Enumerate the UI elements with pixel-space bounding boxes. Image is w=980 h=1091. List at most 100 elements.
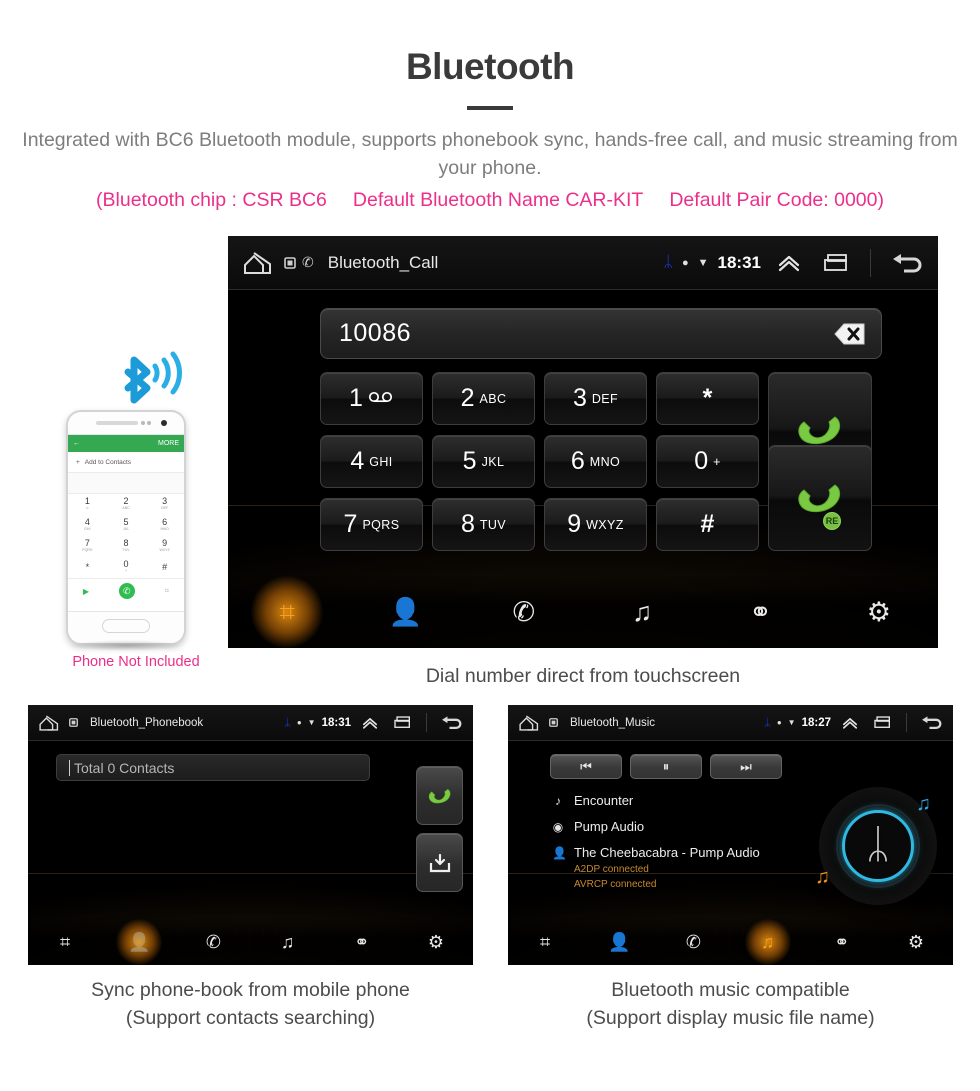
chevron-up-icon[interactable] (361, 716, 379, 730)
phone-key-*: * (68, 557, 107, 578)
download-contacts-button[interactable] (416, 833, 463, 892)
back-icon[interactable] (440, 714, 463, 731)
download-contacts-icon (429, 853, 450, 872)
phone-keypad-icon: ⌗ (164, 586, 170, 595)
media-controls: ⏮ ⏸ ⏭ (550, 754, 782, 779)
main-nav-bar: ⌗ 👤 ✆ ♫ ⚭ ⚙ (228, 576, 938, 648)
nav-contacts-icon: 👤 (128, 932, 151, 952)
back-icon[interactable] (890, 251, 924, 275)
phone-keypad: 1 ∞ 2 ABC 3 DEF 4 GHI 5 JKL 6 MNO 7 PQRS 8 TUV 9 WXYZ * 0 + # (68, 494, 184, 578)
main-stage: 10086 1 2 ABC 3 DEF * 4 GHI 5 JKL 6 MNO 0 +7 PQRS 8 TUV 9… (228, 290, 938, 648)
nav-music[interactable]: ♫ (251, 933, 325, 951)
key-4[interactable]: 4 GHI (320, 435, 423, 488)
phone-key-4: 4 GHI (68, 515, 107, 536)
recents-icon[interactable] (392, 715, 413, 730)
nav-contacts[interactable]: 👤 (102, 933, 176, 951)
key-3[interactable]: 3 DEF (544, 372, 647, 425)
page-title: Bluetooth (405, 46, 575, 87)
dial-pad-container: 10086 1 2 ABC 3 DEF * 4 GHI 5 JKL 6 MNO 0 +7 PQRS 8 TUV 9… (228, 290, 938, 551)
key-letters: JKL (481, 454, 505, 469)
nav-music[interactable]: ♫ (583, 598, 701, 626)
nav-contacts[interactable]: 👤 (582, 933, 656, 951)
key-5[interactable]: 5 JKL (432, 435, 535, 488)
key-digit: # (700, 510, 715, 538)
nav-contacts[interactable]: 👤 (346, 598, 464, 626)
key-letters: + (713, 454, 721, 469)
phone-video-call-icon: ▶ (82, 586, 90, 596)
spec-name: Default Bluetooth Name CAR-KIT (352, 188, 644, 211)
phone-status-icon: ✆ (302, 254, 314, 270)
nav-call-log[interactable]: ✆ (656, 933, 730, 951)
phone-key-digit: 3 (162, 496, 168, 507)
nav-call-log[interactable]: ✆ (176, 933, 250, 951)
call-button[interactable] (416, 766, 463, 825)
next-track-button[interactable]: ⏭ (710, 754, 782, 779)
phone-key-1: 1 ∞ (68, 494, 107, 515)
phone-key-letters: GHI (84, 527, 91, 532)
home-icon[interactable] (242, 250, 278, 276)
previous-track-button-icon: ⏮ (580, 758, 592, 774)
home-icon[interactable] (518, 714, 543, 732)
recents-icon[interactable] (872, 715, 893, 730)
phone-earpiece-area (68, 412, 184, 434)
sd-card-icon (284, 256, 296, 269)
music-status-bar: Bluetooth_Music ᛦ ● ▼ 18:27 (508, 705, 953, 741)
next-track-button-icon: ⏭ (740, 758, 752, 774)
nav-link[interactable]: ⚭ (805, 933, 879, 951)
phone-add-contact-row: + Add to Contacts (68, 452, 184, 473)
phone-key-digit: 1 (84, 496, 90, 507)
status-clock: 18:31 (717, 252, 761, 272)
dialed-number-field[interactable]: 10086 (320, 308, 882, 359)
key-star[interactable]: * (656, 372, 759, 425)
a2dp-status: A2DP connected (574, 864, 649, 875)
nav-call-log[interactable]: ✆ (465, 598, 583, 626)
chevron-up-icon[interactable] (841, 716, 859, 730)
key-letters: PQRS (362, 517, 400, 532)
key-7[interactable]: 7 PQRS (320, 498, 423, 551)
key-digit: 0 (694, 447, 709, 475)
key-1[interactable]: 1 (320, 372, 423, 425)
status-right-group: ᛦ ● ▼ 18:31 (663, 248, 924, 277)
key-6[interactable]: 6 MNO (544, 435, 647, 488)
key-2[interactable]: 2 ABC (432, 372, 535, 425)
sd-card-icon (549, 718, 558, 727)
nav-music[interactable]: ♫ (731, 933, 805, 951)
nav-settings[interactable]: ⚙ (399, 933, 473, 951)
screen-title: Bluetooth_Phonebook (90, 716, 204, 729)
music-note-blue-icon: ♫ (916, 793, 931, 815)
nav-settings[interactable]: ⚙ (820, 598, 938, 626)
pause-button[interactable]: ⏸ (630, 754, 702, 779)
phone-key-letters: TUV (122, 548, 130, 553)
status-clock: 18:27 (801, 716, 831, 729)
mute-status-icon: ● (681, 256, 689, 269)
key-8[interactable]: 8 TUV (432, 498, 535, 551)
nav-link[interactable]: ⚭ (325, 933, 399, 951)
back-icon[interactable] (920, 714, 943, 731)
nav-keypad[interactable]: ⌗ (508, 933, 582, 951)
nav-link-icon: ⚭ (834, 932, 850, 952)
home-icon[interactable] (38, 714, 63, 732)
nav-keypad[interactable]: ⌗ (28, 933, 102, 951)
key-hash[interactable]: # (656, 498, 759, 551)
chevron-up-icon[interactable] (776, 253, 802, 273)
track-album-row: ◉ Pump Audio (552, 819, 802, 834)
key-0[interactable]: 0 + (656, 435, 759, 488)
nav-keypad[interactable]: ⌗ (228, 598, 346, 626)
nav-settings[interactable]: ⚙ (879, 933, 953, 951)
backspace-icon[interactable] (819, 321, 867, 347)
redial-button[interactable]: RE (768, 445, 872, 551)
phone-shadow (70, 640, 182, 651)
recents-icon[interactable] (821, 252, 851, 274)
phone-key-letters: JKL (122, 527, 130, 532)
phone-key-letters: WXYZ (159, 548, 170, 553)
phone-speaker (96, 421, 138, 425)
phone-key-letters: ABC (122, 506, 130, 511)
bluetooth-status-icon: ᛦ (663, 253, 673, 271)
phone-call-button: ✆ (118, 583, 135, 599)
contacts-search-input[interactable]: Total 0 Contacts (56, 754, 370, 781)
nav-link[interactable]: ⚭ (701, 598, 819, 626)
previous-track-button[interactable]: ⏮ (550, 754, 622, 779)
spec-line: (Bluetooth chip : CSR BC6 Default Bluetoo… (0, 189, 980, 212)
key-letters: TUV (479, 517, 507, 532)
key-9[interactable]: 9 WXYZ (544, 498, 647, 551)
